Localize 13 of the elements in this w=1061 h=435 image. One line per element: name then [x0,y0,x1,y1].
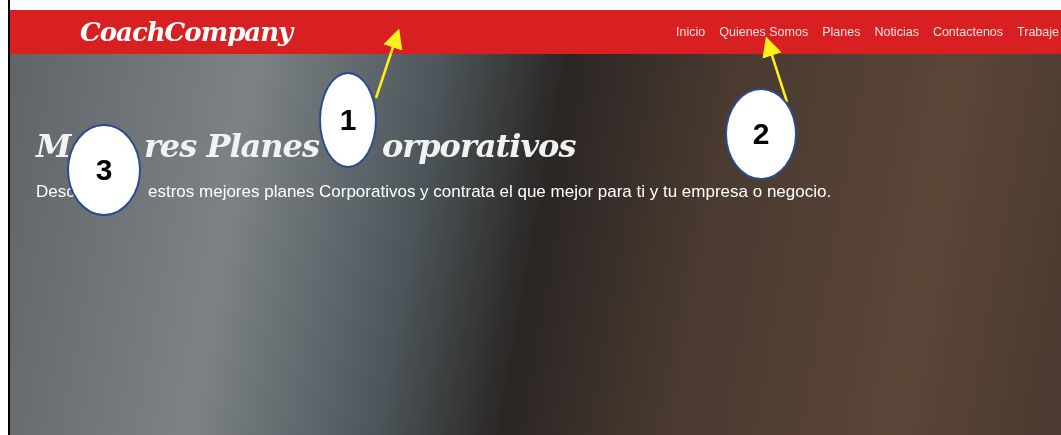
hero-title: orporativos [382,126,576,167]
callout-arrow [374,28,403,99]
hero-title: res Planes [144,126,319,167]
nav-link[interactable]: Contactenos [932,25,1004,39]
hero-subtitle: Desc [36,182,75,202]
nav-link[interactable]: Noticias [874,25,919,39]
nav-link[interactable]: Trabaje [1017,25,1059,39]
logo-link[interactable]: CoachCompany [80,17,293,47]
nav-link[interactable]: Planes [822,25,861,39]
nav-link[interactable]: Quienes Somos [719,25,809,39]
hero-title: M [36,126,71,167]
nav-link[interactable]: Inicio [676,25,706,39]
hero-subtitle: estros mejores planes Corporativos y contrata el que mejor para ti y tu empresa o negocio. [148,182,832,202]
